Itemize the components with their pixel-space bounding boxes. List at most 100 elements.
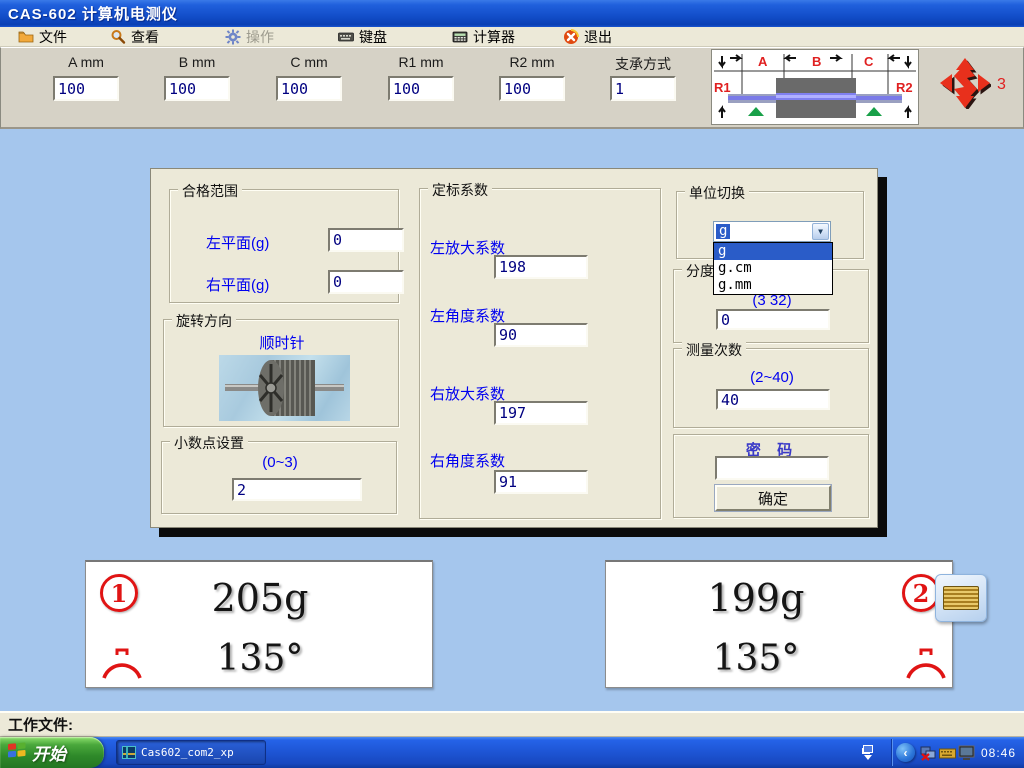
unit-option-g[interactable]: g	[714, 243, 832, 260]
unit-dropdown-list: g g.cm g.mm	[713, 242, 833, 295]
menu-item-label: 查看	[131, 27, 159, 47]
unit-selected-value: g	[716, 224, 730, 239]
menu-item-label: 操作	[246, 27, 274, 47]
right-plane-input[interactable]	[328, 270, 404, 294]
measure-count-input[interactable]	[716, 389, 830, 410]
left-angle-input[interactable]	[494, 323, 588, 347]
window-restore-icon	[863, 745, 873, 753]
rotor-diagram: A B C R1 R2	[711, 49, 919, 125]
menu-item-keyboard[interactable]: 键盘	[338, 27, 387, 47]
gear-icon	[225, 29, 241, 45]
param-b: B mm	[152, 54, 242, 101]
param-r2-input[interactable]	[499, 76, 565, 101]
ok-button[interactable]: 确定	[715, 485, 831, 511]
windows-logo-icon	[8, 742, 26, 763]
work-file-label: 工作文件:	[8, 714, 73, 735]
right-angle-value: 135°	[606, 638, 906, 679]
chevron-down-icon	[864, 755, 872, 760]
start-button[interactable]: 开始	[0, 737, 104, 768]
rotor-image	[219, 355, 350, 421]
taskbar: 开始 Cas602_com2_xp ‹ 08:46	[0, 737, 1024, 768]
menu-item-exit[interactable]: 退出	[563, 27, 612, 47]
group-title: 测量次数	[682, 340, 746, 360]
param-label: R2 mm	[487, 54, 577, 72]
unit-combobox[interactable]: g ▼	[713, 221, 831, 242]
support-mode-input[interactable]	[610, 76, 676, 101]
display-tray-icon[interactable]	[958, 745, 975, 761]
param-a-input[interactable]	[53, 76, 119, 101]
diagram-r1: R1	[714, 80, 731, 95]
group-title: 单位切换	[685, 183, 749, 203]
param-label: C mm	[264, 54, 354, 72]
window-quick-icons[interactable]	[860, 740, 876, 765]
param-support: 支承方式	[598, 54, 688, 101]
right-plane-label: 右平面(g)	[206, 274, 269, 295]
network-disconnected-icon[interactable]	[920, 745, 937, 761]
menu-item-label: 键盘	[359, 27, 387, 47]
right-amount-value: 199g	[606, 576, 906, 620]
qualified-range-group: 合格范围 左平面(g) 右平面(g)	[169, 189, 399, 303]
app-window: CAS-602 计算机电测仪 文件 查看 操作 键盘	[0, 0, 1024, 768]
title-bar: CAS-602 计算机电测仪	[0, 0, 1024, 27]
param-r1: R1 mm	[376, 54, 466, 101]
menu-item-view[interactable]: 查看	[110, 27, 159, 47]
rotation-group: 旋转方向 顺时针	[163, 319, 399, 427]
taskbar-app-button[interactable]: Cas602_com2_xp	[116, 740, 266, 765]
param-label: A mm	[41, 54, 131, 72]
unit-option-gcm[interactable]: g.cm	[714, 260, 832, 277]
app-icon	[122, 746, 136, 759]
left-plane-input[interactable]	[328, 228, 404, 252]
diagram-dim-c: C	[864, 54, 874, 69]
decimal-group: 小数点设置 (0~3)	[161, 441, 397, 514]
left-amount-value: 205g	[86, 576, 434, 620]
right-angle-label: 右角度系数	[430, 450, 505, 471]
unit-option-gmm[interactable]: g.mm	[714, 277, 832, 294]
keyboard-tray-icon[interactable]	[939, 745, 956, 761]
measure-count-group: 测量次数 (2~40)	[673, 348, 869, 428]
tray-collapse-button[interactable]: ‹	[896, 743, 915, 762]
right-angle-input[interactable]	[494, 470, 588, 494]
folder-icon	[18, 29, 34, 45]
calibration-group: 定标系数 左放大系数 左角度系数 右放大系数 右角度系数	[419, 188, 661, 519]
menu-item-label: 文件	[39, 27, 67, 47]
password-group: 密 码 确定	[673, 434, 869, 518]
tray-divider	[891, 739, 893, 766]
param-label: R1 mm	[376, 54, 466, 72]
diagram-dim-a: A	[758, 54, 768, 69]
clock[interactable]: 08:46	[981, 746, 1016, 760]
left-plane-label: 左平面(g)	[206, 232, 269, 253]
diagram-dim-b: B	[812, 54, 821, 69]
measure-range-label: (2~40)	[714, 369, 830, 386]
menu-item-label: 计算器	[473, 27, 515, 47]
desktop: 合格范围 左平面(g) 右平面(g) 旋转方向 顺时针	[0, 129, 1024, 711]
param-r1-input[interactable]	[388, 76, 454, 101]
group-title: 小数点设置	[170, 433, 248, 453]
decimal-input[interactable]	[232, 478, 362, 501]
system-tray: ‹ 08:46	[888, 737, 1024, 768]
exit-icon	[563, 29, 579, 45]
taskbar-app-label: Cas602_com2_xp	[141, 746, 234, 759]
status-bar: 工作文件:	[0, 711, 1024, 737]
onscreen-keyboard-button[interactable]	[935, 574, 987, 622]
graduation-input[interactable]	[716, 309, 830, 330]
keyboard-icon	[338, 29, 354, 45]
group-title: 合格范围	[178, 181, 242, 201]
rotation-direction-label: 顺时针	[164, 332, 400, 353]
combo-dropdown-button[interactable]: ▼	[812, 223, 829, 240]
menu-item-calculator[interactable]: 计算器	[452, 27, 515, 47]
angle-arc-icon	[904, 648, 948, 685]
support-indicator-value: 3	[997, 76, 1006, 94]
param-c-input[interactable]	[276, 76, 342, 101]
password-input[interactable]	[715, 456, 829, 480]
keyboard-icon	[943, 586, 979, 610]
left-gain-input[interactable]	[494, 255, 588, 279]
right-gain-input[interactable]	[494, 401, 588, 425]
param-b-input[interactable]	[164, 76, 230, 101]
group-title: 定标系数	[428, 180, 492, 200]
start-button-label: 开始	[32, 740, 66, 765]
move-arrows-icon	[939, 57, 991, 114]
menu-item-file[interactable]: 文件	[18, 27, 67, 47]
window-title: CAS-602 计算机电测仪	[8, 3, 178, 24]
right-display-panel: 199g 2 135°	[605, 560, 953, 688]
param-r2: R2 mm	[487, 54, 577, 101]
